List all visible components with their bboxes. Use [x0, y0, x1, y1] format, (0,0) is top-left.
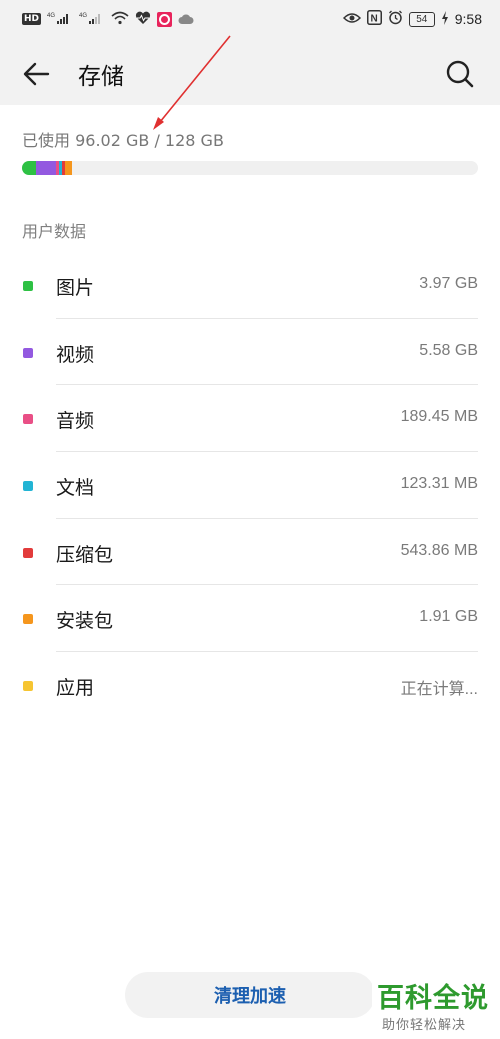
alarm-icon — [388, 10, 403, 29]
category-size: 1.91 GB — [419, 608, 478, 626]
svg-text:4G: 4G — [47, 13, 55, 19]
page-title: 存储 — [78, 64, 124, 90]
category-name: 音频 — [56, 410, 95, 433]
eye-icon — [342, 10, 361, 29]
search-icon — [446, 60, 474, 88]
app-notification-icon — [157, 11, 173, 27]
storage-category-row[interactable]: 压缩包 543.86 MB — [0, 519, 500, 586]
storage-category-list: 图片 3.97 GB 视频 5.58 GB 音频 189.45 MB 文档 123.31 MB… — [0, 252, 500, 719]
status-bar: HD 4G 4G N 54 9:58 — [0, 0, 500, 38]
category-size: 543.86 MB — [400, 541, 478, 559]
storage-category-row[interactable]: 音频 189.45 MB — [0, 385, 500, 453]
category-name: 应用 — [56, 677, 95, 700]
category-name: 图片 — [56, 277, 95, 299]
category-name: 视频 — [56, 343, 95, 366]
category-color-dot — [23, 547, 33, 558]
category-size: 123.31 MB — [400, 475, 478, 493]
back-button[interactable] — [20, 56, 56, 92]
status-right-icons: N 54 9:58 — [342, 9, 482, 29]
app-header: 存储 — [0, 38, 500, 105]
section-label-user-data: 用户数据 — [22, 222, 87, 241]
svg-text:N: N — [370, 13, 377, 24]
svg-text:4G: 4G — [79, 13, 87, 19]
watermark-logo: 百科全说 助你轻松解决 — [372, 970, 498, 1036]
category-size: 5.58 GB — [419, 341, 478, 359]
back-arrow-icon — [23, 62, 50, 86]
storage-category-row[interactable]: 视频 5.58 GB — [0, 319, 500, 386]
category-color-dot — [23, 614, 33, 625]
category-name: 安装包 — [56, 610, 114, 633]
category-name: 文档 — [56, 477, 95, 500]
category-color-dot — [23, 281, 33, 291]
heart-rate-icon — [135, 10, 151, 29]
charging-icon — [441, 10, 449, 29]
watermark-title: 百科全说 — [377, 983, 489, 1014]
storage-category-row[interactable]: 文档 123.31 MB — [0, 452, 500, 519]
storage-usage-text: 已使用 96.02 GB / 128 GB — [22, 131, 224, 150]
category-name: 压缩包 — [56, 543, 114, 566]
watermark-subtitle: 助你轻松解决 — [382, 1018, 467, 1033]
wifi-icon — [111, 10, 129, 29]
usage-bar-segment — [22, 161, 37, 175]
clean-speedup-button[interactable]: 清理加速 — [125, 972, 375, 1018]
usage-bar-segment — [36, 161, 57, 175]
storage-usage-bar — [22, 161, 478, 175]
category-size: 3.97 GB — [419, 275, 478, 292]
storage-category-row[interactable]: 安装包 1.91 GB — [0, 585, 500, 653]
category-color-dot — [23, 414, 33, 425]
signal-icon-1: 4G — [47, 10, 73, 29]
search-button[interactable] — [442, 56, 478, 92]
nfc-icon: N — [366, 9, 382, 29]
category-color-dot — [23, 347, 33, 358]
status-time: 9:58 — [454, 11, 482, 27]
cloud-icon — [178, 10, 194, 29]
usage-bar-segment — [65, 161, 72, 175]
storage-category-row[interactable]: 图片 3.97 GB — [0, 252, 500, 319]
category-size: 正在计算... — [400, 681, 478, 699]
category-color-dot — [23, 681, 33, 692]
category-size: 189.45 MB — [400, 408, 478, 426]
category-color-dot — [23, 481, 33, 492]
signal-icon-2: 4G — [79, 10, 105, 29]
hd-icon: HD — [22, 13, 42, 25]
battery-indicator: 54 — [408, 11, 435, 27]
storage-category-row[interactable]: 应用 正在计算... — [0, 652, 500, 719]
status-left-icons: HD 4G 4G — [22, 10, 194, 28]
